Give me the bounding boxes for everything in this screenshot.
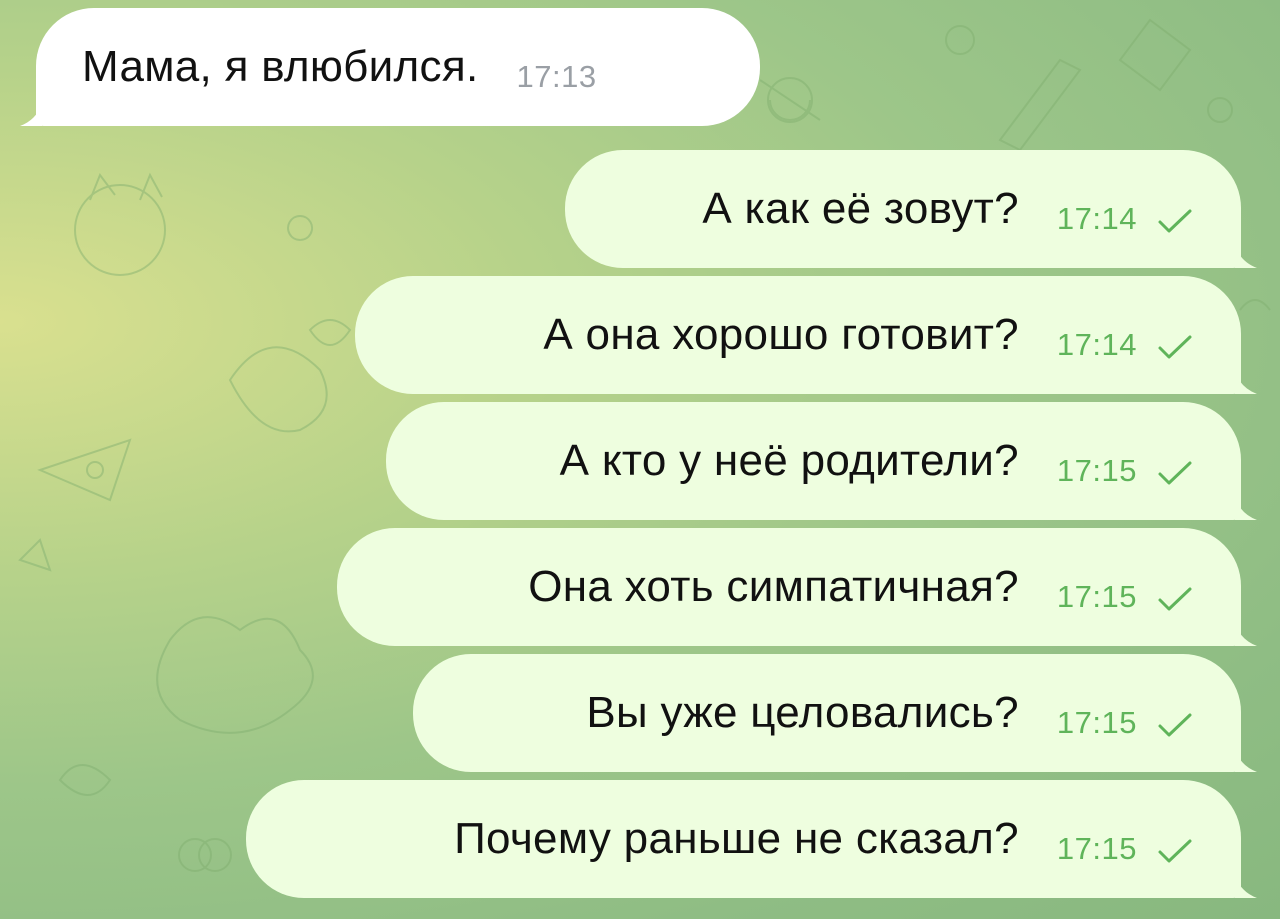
message-outgoing[interactable]: Вы уже целовались? 17:15 bbox=[413, 654, 1257, 772]
sent-check-icon bbox=[1158, 461, 1192, 485]
message-time: 17:14 bbox=[1056, 201, 1137, 236]
bubble-tail bbox=[1235, 372, 1257, 394]
message-time: 17:14 bbox=[1056, 327, 1137, 362]
bubble-tail bbox=[1235, 750, 1257, 772]
message-time: 17:15 bbox=[1056, 705, 1137, 740]
bubble-tail bbox=[1235, 498, 1257, 520]
message-text: Она хоть симпатичная? bbox=[528, 562, 1019, 611]
message-text: А как её зовут? bbox=[702, 184, 1019, 233]
sent-check-icon bbox=[1158, 335, 1192, 359]
message-time: 17:15 bbox=[1056, 831, 1137, 866]
message-outgoing[interactable]: Она хоть симпатичная? 17:15 bbox=[337, 528, 1257, 646]
sent-check-icon bbox=[1158, 209, 1192, 233]
message-text: А она хорошо готовит? bbox=[543, 310, 1019, 359]
message-outgoing[interactable]: А она хорошо готовит? 17:14 bbox=[355, 276, 1257, 394]
message-incoming[interactable]: Мама, я влюбился. 17:13 bbox=[20, 8, 760, 126]
bubble-tail bbox=[1235, 624, 1257, 646]
bubble-tail bbox=[20, 104, 42, 126]
bubble-tail bbox=[1235, 246, 1257, 268]
message-outgoing[interactable]: А как её зовут? 17:14 bbox=[565, 150, 1257, 268]
bubble-tail bbox=[1235, 876, 1257, 898]
sent-check-icon bbox=[1158, 839, 1192, 863]
message-text: Вы уже целовались? bbox=[586, 688, 1019, 737]
message-time: 17:15 bbox=[1056, 453, 1137, 488]
sent-check-icon bbox=[1158, 713, 1192, 737]
message-outgoing[interactable]: А кто у неё родители? 17:15 bbox=[386, 402, 1257, 520]
message-outgoing[interactable]: Почему раньше не сказал? 17:15 bbox=[246, 780, 1257, 898]
message-time: 17:15 bbox=[1056, 579, 1137, 614]
message-text: Почему раньше не сказал? bbox=[454, 814, 1019, 863]
message-text: Мама, я влюбился. bbox=[82, 42, 479, 91]
chat-background: Мама, я влюбился. 17:13 А как её зовут? … bbox=[0, 0, 1280, 919]
message-time: 17:13 bbox=[516, 59, 597, 94]
sent-check-icon bbox=[1158, 587, 1192, 611]
message-text: А кто у неё родители? bbox=[559, 436, 1019, 485]
